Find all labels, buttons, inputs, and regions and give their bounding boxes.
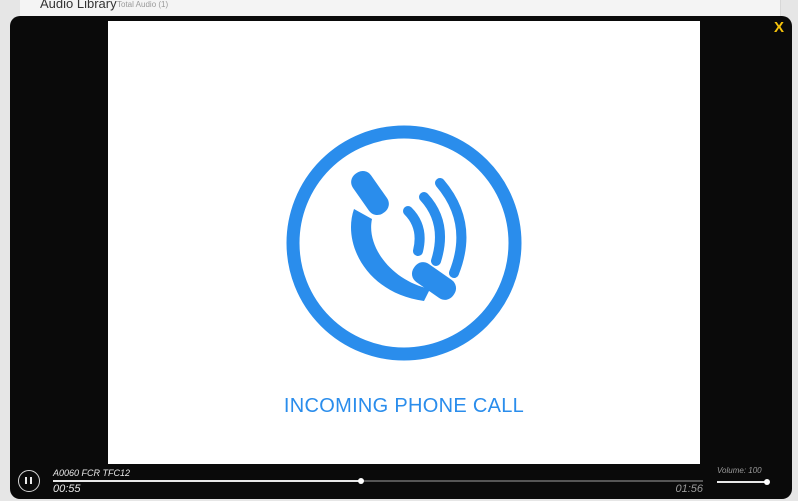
video-caption: INCOMING PHONE CALL — [283, 395, 525, 417]
current-time: 00:55 — [53, 483, 81, 495]
pause-icon — [25, 477, 27, 484]
total-time: 01:56 — [675, 483, 703, 495]
volume-fill — [717, 481, 767, 483]
volume-handle[interactable] — [764, 479, 770, 485]
audio-library-count: Total Audio (1) — [117, 0, 169, 9]
volume-slider[interactable] — [717, 479, 770, 485]
progress-handle[interactable] — [358, 478, 365, 484]
progress-fill — [53, 480, 362, 482]
video-frame: INCOMING PHONE CALL — [108, 21, 700, 464]
close-button[interactable]: X — [770, 18, 788, 38]
pause-button[interactable] — [18, 470, 40, 492]
phone-ringing-icon — [286, 125, 522, 361]
volume-label: Volume: 100 — [717, 466, 762, 475]
pause-icon-bar — [30, 477, 32, 484]
player-controls: A0060 FCR TFC12 00:55 01:56 Volume: 100 — [10, 464, 792, 499]
track-title: A0060 FCR TFC12 — [53, 468, 131, 478]
audio-library-title: Audio Library — [40, 0, 117, 11]
progress-bar[interactable] — [53, 478, 703, 484]
media-player-modal: X INCOMING PHONE CALL A0060 FCR TFC12 00… — [10, 16, 792, 499]
